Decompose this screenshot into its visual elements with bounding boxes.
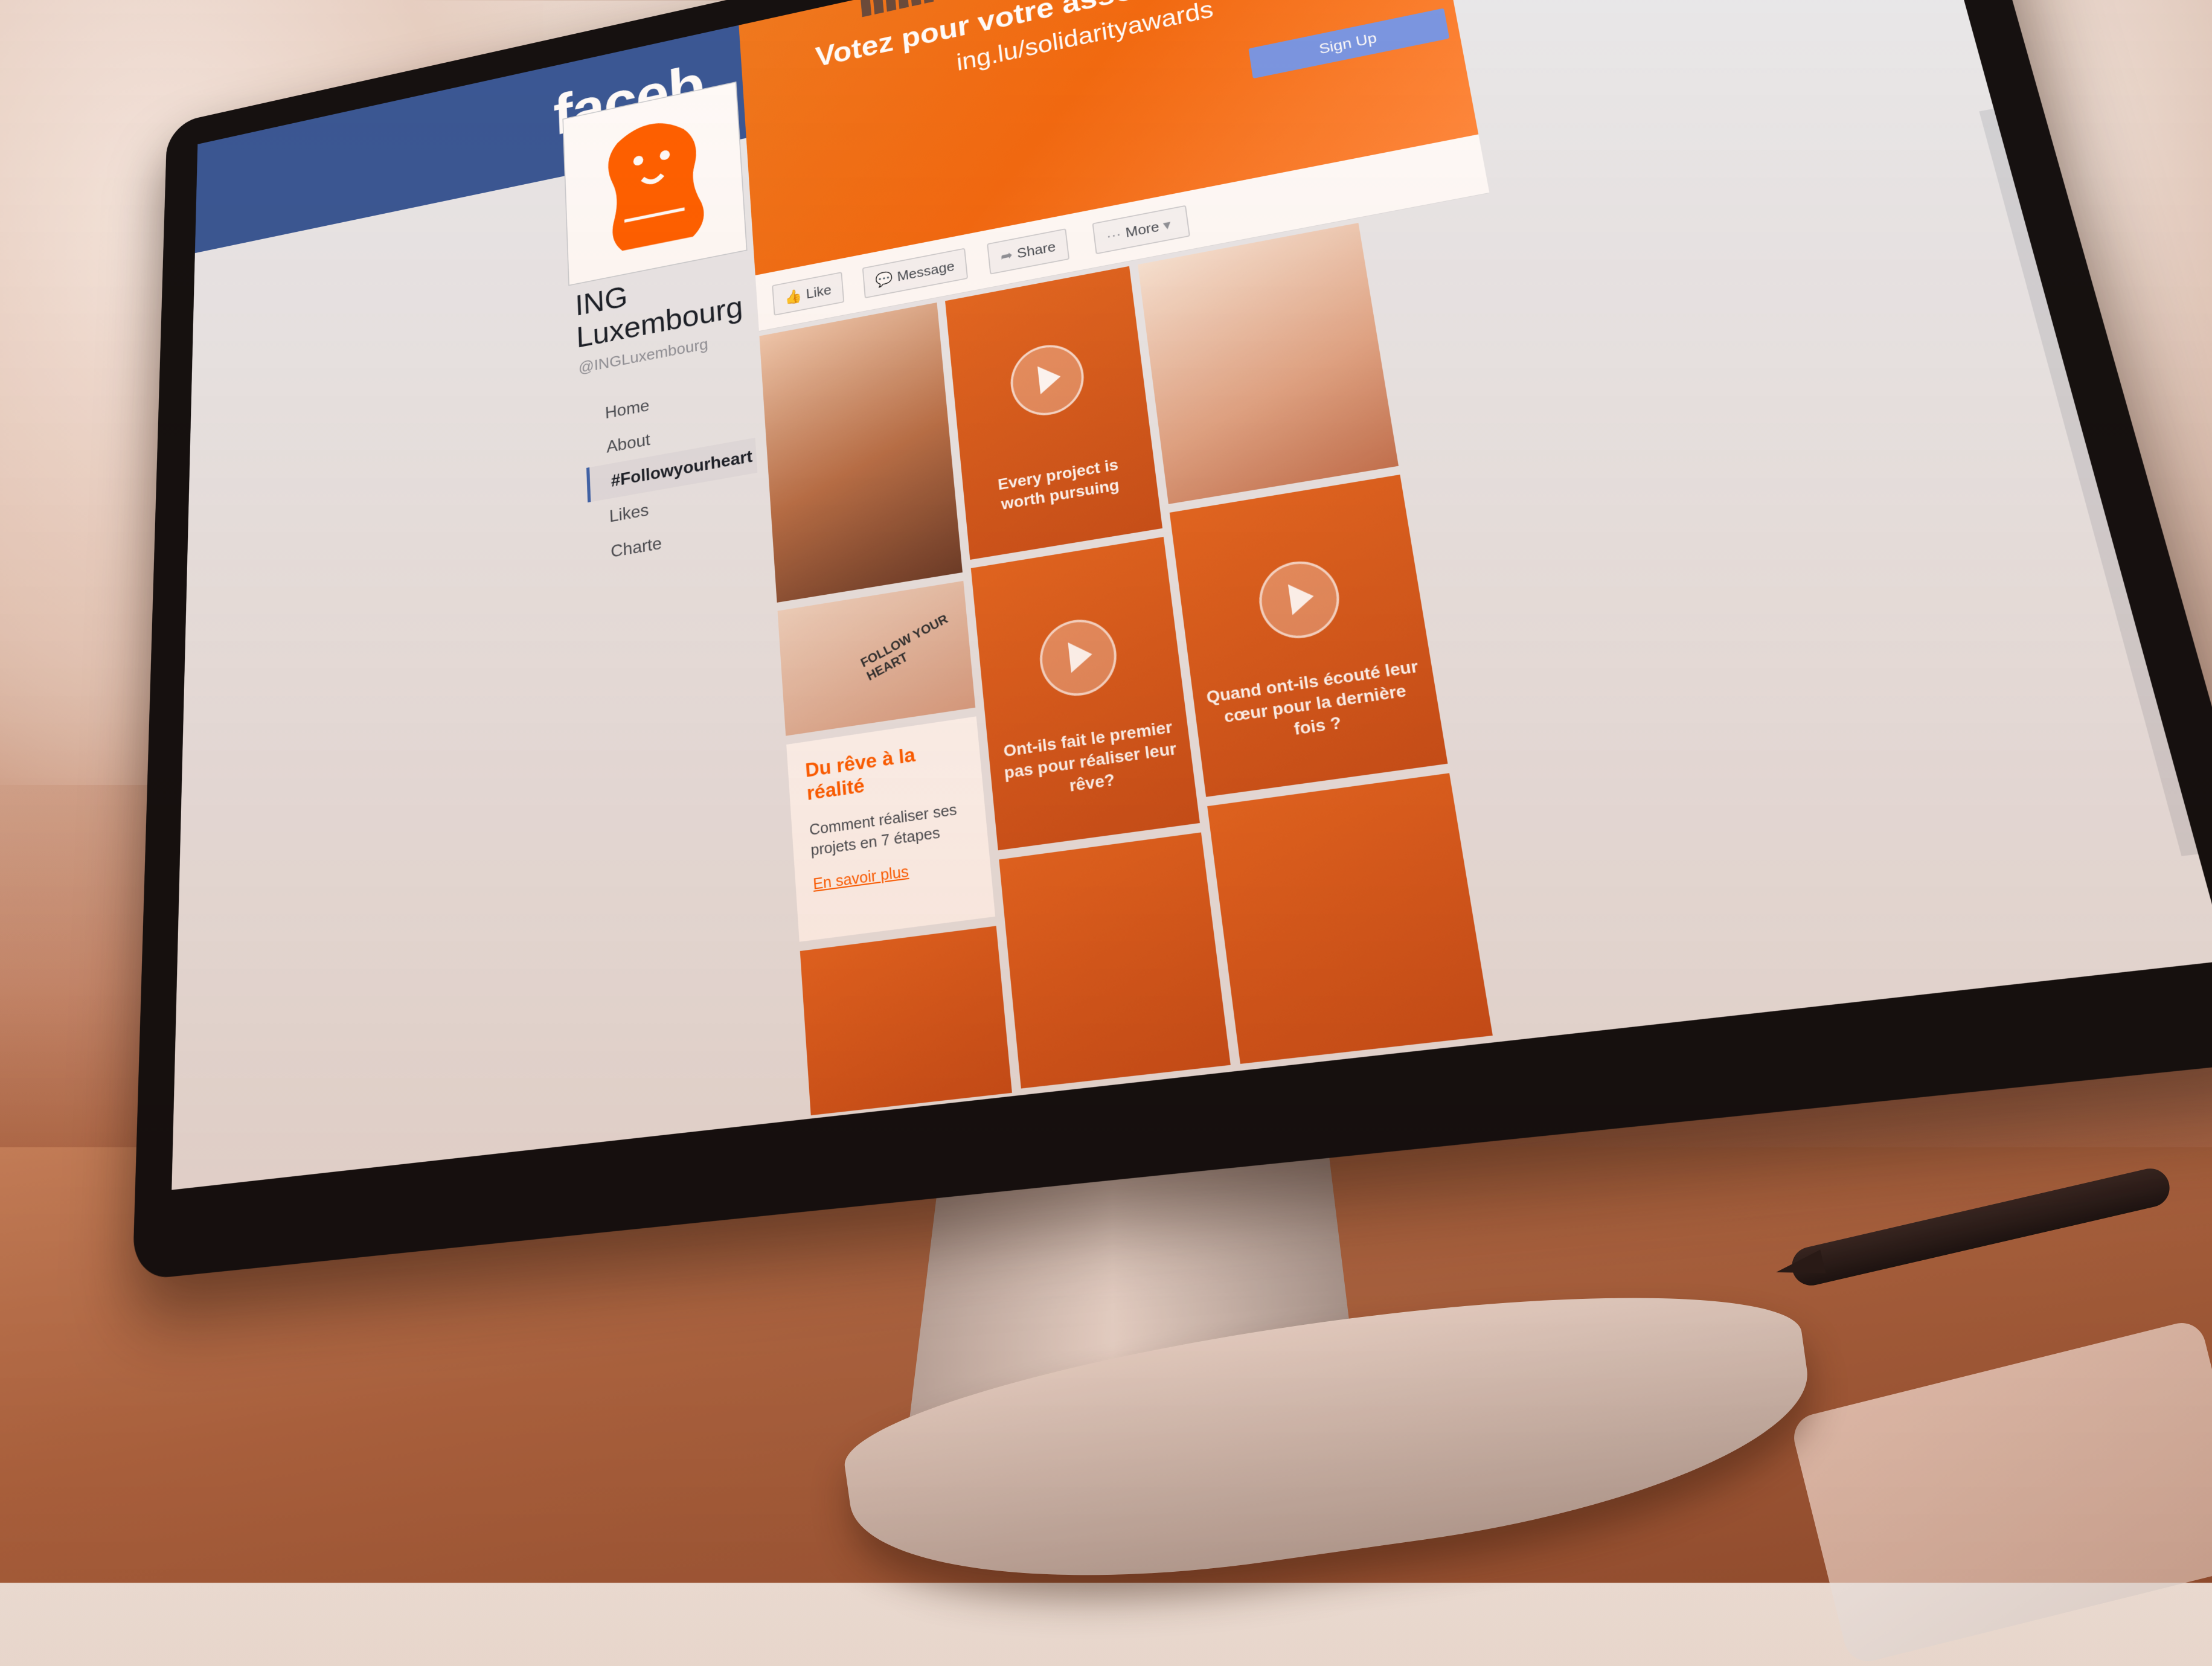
- play-icon[interactable]: [1254, 556, 1344, 644]
- message-button[interactable]: 💬 Message: [862, 248, 968, 299]
- like-label: Like: [806, 281, 832, 301]
- video-caption-2: Quand ont-ils écouté leur cœur pour la d…: [1204, 655, 1428, 752]
- video-caption-3: Ont-ils fait le premier pas pour réalise…: [999, 716, 1182, 806]
- share-button[interactable]: ➦ Share: [987, 228, 1069, 274]
- video-tile-1[interactable]: Every project is worth pursuing: [945, 266, 1162, 560]
- cover-thumbnails: [861, 0, 934, 17]
- sign-up-button[interactable]: Sign Up: [1248, 8, 1449, 78]
- more-button[interactable]: ··· More ▾: [1092, 205, 1190, 254]
- play-icon[interactable]: [1036, 615, 1121, 701]
- screen: faceb ING Luxembourg @INGLuxembourg Home…: [172, 0, 2212, 1190]
- photo-woman-with-child[interactable]: [1138, 223, 1399, 504]
- article-link[interactable]: En savoir plus: [812, 853, 973, 894]
- lion-logo-icon: [568, 88, 742, 280]
- video-caption-1: Every project is worth pursuing: [974, 450, 1146, 519]
- share-label: Share: [1016, 239, 1057, 261]
- article-title: Du rêve à la réalité: [804, 737, 964, 806]
- video-tile-2[interactable]: Quand ont-ils écouté leur cœur pour la d…: [1170, 475, 1448, 797]
- feed-grid: Every project is worth pursuing FOLLOW Y…: [759, 198, 1646, 1119]
- article-description: Comment réaliser ses projets en 7 étapes: [809, 798, 970, 860]
- more-label: More: [1124, 219, 1160, 240]
- like-button[interactable]: 👍 Like: [772, 272, 844, 316]
- ellipsis-icon: ···: [1106, 226, 1122, 244]
- share-icon: ➦: [1000, 247, 1014, 264]
- profile-picture[interactable]: [563, 83, 746, 285]
- thumbs-up-icon: 👍: [784, 287, 802, 306]
- chevron-down-icon: ▾: [1158, 216, 1172, 234]
- photo-hand-follow-your-heart[interactable]: FOLLOW YOUR HEART: [778, 581, 976, 736]
- play-icon[interactable]: [1007, 339, 1088, 421]
- side-nav: Home About #Followyourheart Likes Charte: [584, 369, 762, 573]
- hand-text: FOLLOW YOUR HEART: [858, 604, 970, 684]
- video-tile-3[interactable]: Ont-ils fait le premier pas pour réalise…: [971, 537, 1200, 850]
- monitor: faceb ING Luxembourg @INGLuxembourg Home…: [132, 0, 2212, 1281]
- video-tile-6[interactable]: [800, 926, 1012, 1115]
- message-label: Message: [896, 258, 955, 284]
- video-tile-5[interactable]: [1207, 773, 1493, 1064]
- article-card[interactable]: Du rêve à la réalité Comment réaliser se…: [786, 716, 995, 941]
- messenger-icon: 💬: [874, 270, 893, 289]
- photo-man-with-phone[interactable]: [759, 303, 963, 603]
- video-tile-4[interactable]: [999, 832, 1231, 1088]
